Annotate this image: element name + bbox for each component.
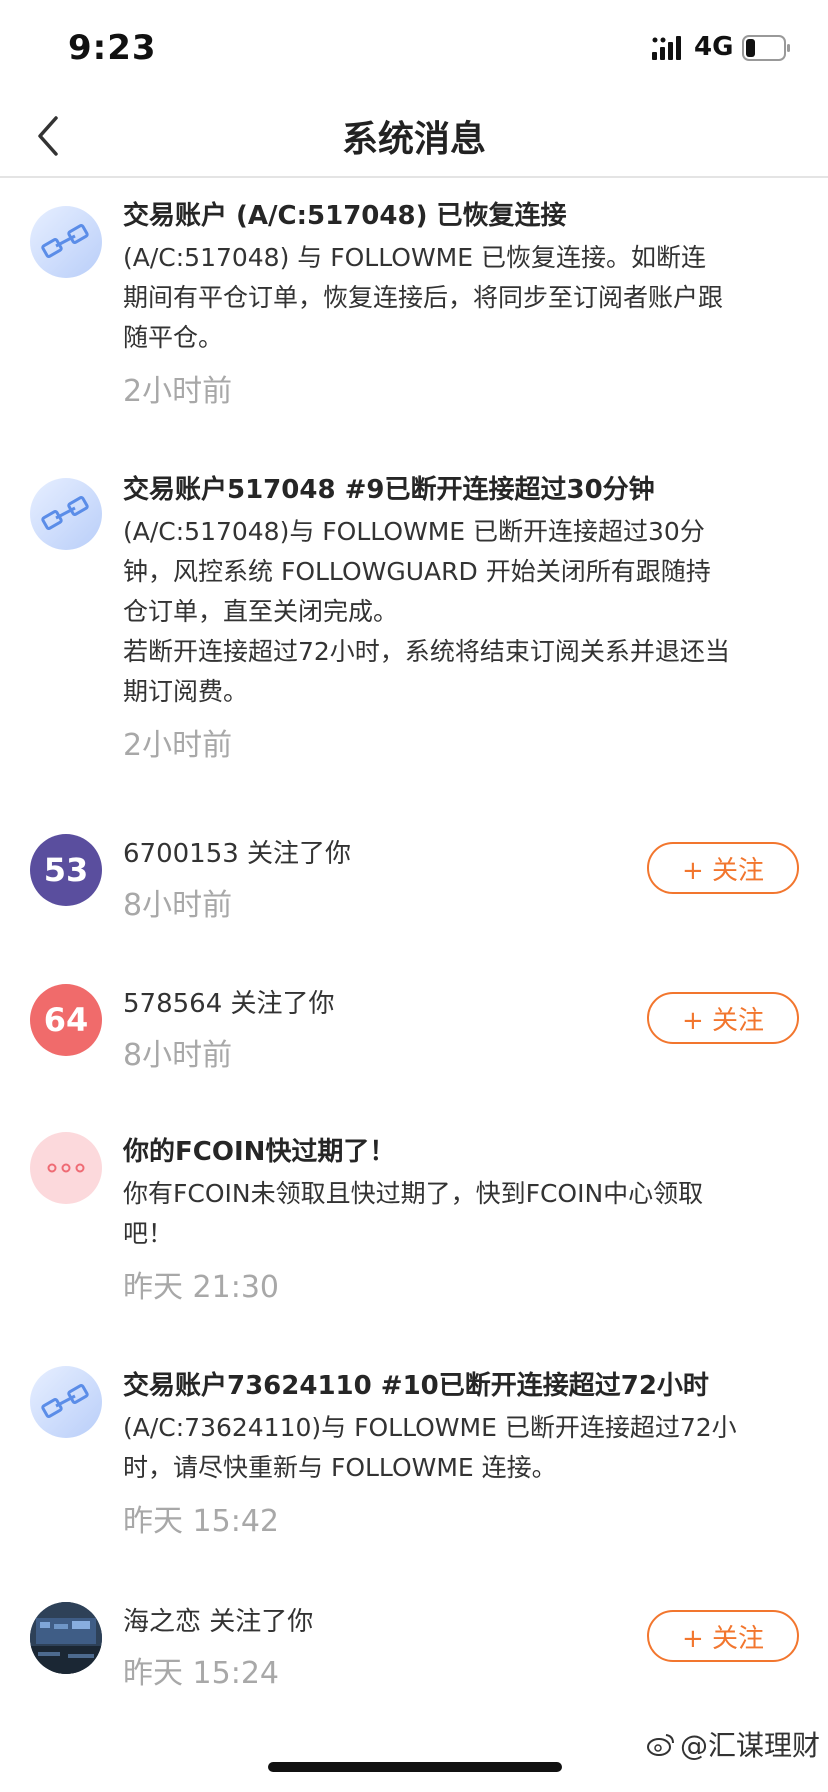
user-avatar[interactable] — [30, 1602, 102, 1674]
avatar-label: 64 — [43, 1001, 89, 1039]
follow-button[interactable]: + 关注 — [647, 992, 799, 1044]
status-time: 9:23 — [68, 28, 157, 68]
message-title: 交易账户517048 #9已断开连接超过30分钟 — [123, 475, 655, 505]
weibo-logo-icon — [646, 1734, 674, 1756]
message-text: (A/C:517048) 与 FOLLOWME 已恢复连接。如断连 期间有平仓订… — [123, 243, 724, 352]
nav-bar: 系统消息 — [0, 96, 828, 178]
message-title: 你的FCOIN快过期了！ — [123, 1137, 396, 1167]
watermark-text: @汇谋理财 — [679, 1729, 820, 1762]
message-title: 交易账户73624110 #10已断开连接超过72小时 — [123, 1371, 709, 1401]
message-title: 交易账户 (A/C:517048) 已恢复连接 — [123, 201, 567, 231]
follow-action: 关注了你 — [222, 989, 335, 1019]
message-time: 昨天 15:42 — [123, 1504, 279, 1539]
network-label: 4G — [694, 32, 734, 62]
more-dots-icon — [47, 1163, 85, 1173]
message-time: 昨天 21:30 — [123, 1270, 279, 1305]
system-avatar — [30, 1366, 102, 1438]
follow-action: 关注了你 — [201, 1607, 314, 1637]
follow-action: 关注了你 — [238, 839, 352, 869]
follower-name[interactable]: 578564 — [123, 989, 222, 1019]
message-time: 2小时前 — [123, 374, 233, 409]
system-avatar — [30, 478, 102, 550]
status-bar: 9:23 4G — [0, 0, 828, 96]
follower-name[interactable]: 海之恋 — [123, 1607, 201, 1637]
home-indicator[interactable] — [268, 1762, 562, 1772]
battery-icon — [742, 35, 790, 61]
message-text: 你有FCOIN未领取且快过期了，快到FCOIN中心领取 吧！ — [123, 1179, 704, 1248]
follow-button[interactable]: + 关注 — [647, 1610, 799, 1662]
user-avatar[interactable]: 53 — [30, 834, 102, 906]
link-icon — [41, 224, 89, 258]
user-avatar[interactable]: 64 — [30, 984, 102, 1056]
avatar-label: 53 — [43, 851, 89, 889]
system-avatar — [30, 206, 102, 278]
follow-button[interactable]: + 关注 — [647, 842, 799, 894]
follower-name[interactable]: 6700153 — [123, 839, 239, 869]
profile-photo-icon — [30, 1602, 102, 1674]
link-icon — [41, 496, 89, 530]
watermark: @汇谋理财 — [646, 1724, 820, 1764]
message-text: (A/C:73624110)与 FOLLOWME 已断开连接超过72小 时，请尽… — [123, 1413, 737, 1482]
message-text: (A/C:517048)与 FOLLOWME 已断开连接超过30分 钟，风控系统… — [123, 517, 730, 706]
link-icon — [41, 1384, 89, 1418]
signal-icon — [652, 36, 681, 60]
notice-avatar — [30, 1132, 102, 1204]
message-time: 2小时前 — [123, 728, 233, 763]
page-title: 系统消息 — [341, 119, 486, 160]
